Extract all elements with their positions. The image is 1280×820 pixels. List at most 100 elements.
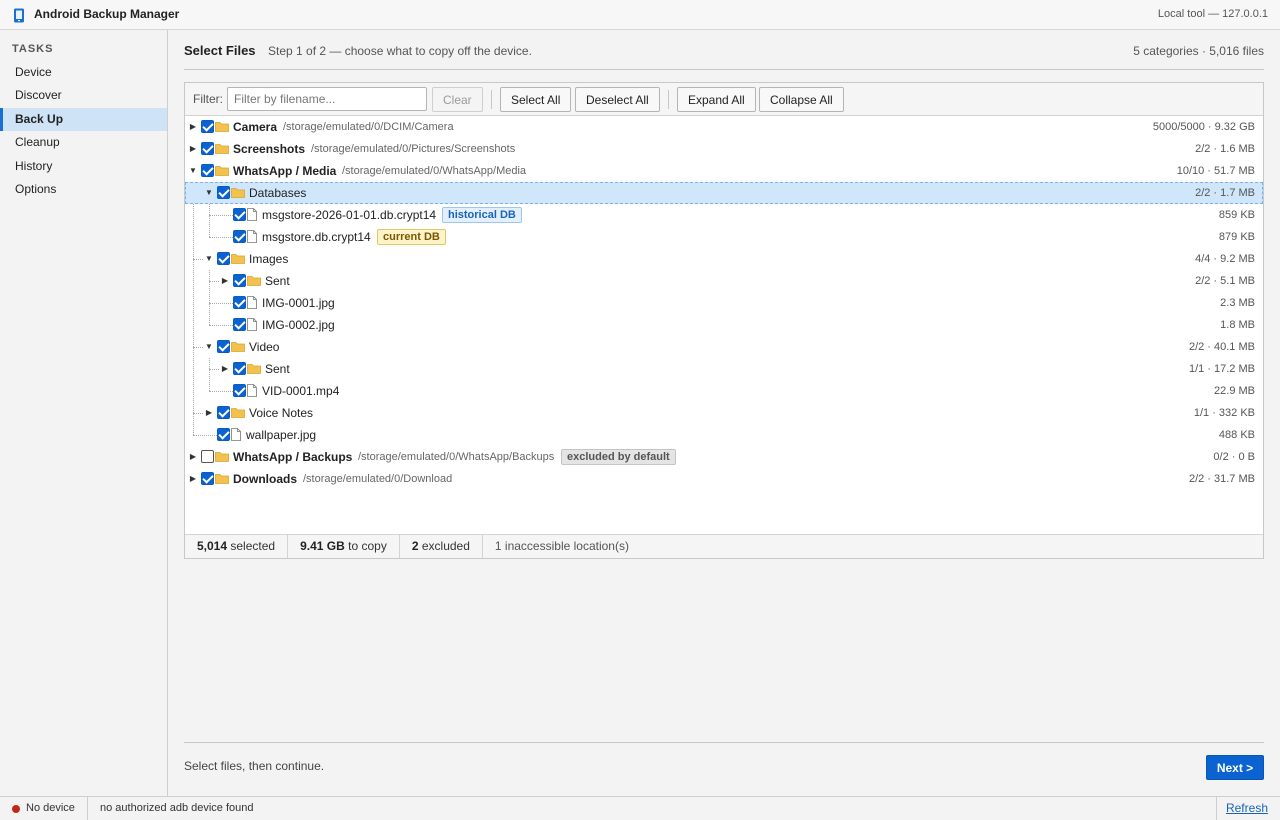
sidebar-item-cleanup[interactable]: Cleanup [0,131,167,154]
sidebar-item-back-up[interactable]: Back Up [0,108,167,131]
row-checkbox[interactable] [217,340,230,353]
row-checkbox[interactable] [233,230,246,243]
sidebar-item-options[interactable]: Options [0,178,167,201]
tree-row-file[interactable]: msgstore.db.crypt14 current DB 879 KB [185,226,1263,248]
device-status: No device [26,802,75,814]
expand-all-button[interactable]: Expand All [677,87,756,112]
tree-row-camera[interactable]: ▶ Camera /storage/emulated/0/DCIM/Camera… [185,116,1263,138]
tree-row-images-sent[interactable]: ▶ Sent 2/2 · 5.1 MB [185,270,1263,292]
collapse-arrow-icon[interactable]: ▼ [204,340,214,354]
collapse-all-button[interactable]: Collapse All [759,87,844,112]
row-path: /storage/emulated/0/Pictures/Screenshots [311,143,516,155]
row-stat: 2/2 · 1.6 MB [1195,143,1255,155]
row-stat: 5000/5000 · 9.32 GB [1152,121,1255,133]
tree-row-file[interactable]: IMG-0001.jpg 2.3 MB [185,292,1263,314]
sidebar-heading: TASKS [12,43,54,55]
row-name: IMG-0002.jpg [262,318,335,332]
selected-count-value: 5,014 [197,539,228,553]
collapse-arrow-icon[interactable]: ▼ [188,164,198,178]
select-all-button[interactable]: Select All [500,87,572,112]
next-button[interactable]: Next > [1206,755,1264,780]
row-stat: 0/2 · 0 B [1213,451,1255,463]
row-checkbox[interactable] [233,362,246,375]
row-checkbox[interactable] [217,186,230,199]
row-checkbox[interactable] [233,208,246,221]
row-checkbox[interactable] [233,318,246,331]
row-checkbox[interactable] [233,384,246,397]
expand-arrow-icon[interactable]: ▶ [188,450,198,464]
row-path: /storage/emulated/0/DCIM/Camera [283,121,454,133]
expand-arrow-icon[interactable]: ▶ [188,120,198,134]
excluded-badge: excluded by default [561,449,676,465]
tree-row-screenshots[interactable]: ▶ Screenshots /storage/emulated/0/Pictur… [185,138,1263,160]
toolbar-divider [668,90,669,109]
tree-row-file[interactable]: wallpaper.jpg 488 KB [185,424,1263,446]
row-checkbox[interactable] [201,164,214,177]
tree-row-file[interactable]: msgstore-2026-01-01.db.crypt14 historica… [185,204,1263,226]
row-checkbox[interactable] [217,252,230,265]
row-checkbox[interactable] [201,142,214,155]
tree-row-file[interactable]: IMG-0002.jpg 1.8 MB [185,314,1263,336]
folder-icon [215,166,229,176]
row-path: /storage/emulated/0/Download [303,473,453,485]
tree-row-video[interactable]: ▼ Video 2/2 · 40.1 MB [185,336,1263,358]
row-name: Downloads [233,472,298,486]
page-title: Select Files [184,43,256,58]
expand-arrow-icon[interactable]: ▶ [204,406,214,420]
excluded-count-label: excluded [421,539,470,553]
row-name: wallpaper.jpg [246,428,317,442]
tree-row-databases[interactable]: ▼ Databases 2/2 · 1.7 MB [185,182,1263,204]
toolbar-divider [491,90,492,109]
sidebar-item-discover[interactable]: Discover [0,84,167,107]
row-name: msgstore-2026-01-01.db.crypt14 [262,208,437,222]
row-checkbox[interactable] [201,450,214,463]
expand-arrow-icon[interactable]: ▶ [188,142,198,156]
row-stat: 2.3 MB [1220,297,1255,309]
status-bar: No device no authorized adb device found… [0,796,1280,820]
phone-icon [14,8,24,23]
row-checkbox[interactable] [233,296,246,309]
folder-icon [231,254,245,264]
expand-arrow-icon[interactable]: ▶ [220,274,230,288]
copy-size-value: 9.41 GB [300,539,345,553]
row-checkbox[interactable] [217,428,230,441]
tree-row-whatsapp-media[interactable]: ▼ WhatsApp / Media /storage/emulated/0/W… [185,160,1263,182]
deselect-all-button[interactable]: Deselect All [575,87,660,112]
refresh-link[interactable]: Refresh [1226,801,1268,815]
copy-size: 9.41 GB to copy [288,535,400,558]
main-content: Select Files Step 1 of 2 — choose what t… [168,30,1280,796]
folder-icon [215,474,229,484]
folder-icon [247,364,261,374]
expand-arrow-icon[interactable]: ▶ [220,362,230,376]
folder-icon [215,452,229,462]
file-icon [247,208,257,221]
tree-row-file[interactable]: VID-0001.mp4 22.9 MB [185,380,1263,402]
row-name: Camera [233,120,278,134]
folder-icon [247,276,261,286]
tree-row-video-sent[interactable]: ▶ Sent 1/1 · 17.2 MB [185,358,1263,380]
row-stat: 4/4 · 9.2 MB [1195,253,1255,265]
selected-count: 5,014 selected [185,535,289,558]
tree-row-downloads[interactable]: ▶ Downloads /storage/emulated/0/Download… [185,468,1263,490]
file-icon [231,428,241,441]
row-checkbox[interactable] [201,120,214,133]
expand-arrow-icon[interactable]: ▶ [188,472,198,486]
clear-filter-button[interactable]: Clear [432,87,483,112]
collapse-arrow-icon[interactable]: ▼ [204,252,214,266]
file-selection-panel: Filter: Clear Select All Deselect All Ex… [184,82,1264,559]
tree-row-images[interactable]: ▼ Images 4/4 · 9.2 MB [185,248,1263,270]
app-title: Android Backup Manager [34,7,180,21]
footer-hint: Select files, then continue. [184,759,325,773]
row-checkbox[interactable] [233,274,246,287]
tree-row-whatsapp-backups[interactable]: ▶ WhatsApp / Backups /storage/emulated/0… [185,446,1263,468]
sidebar-item-history[interactable]: History [0,155,167,178]
tree-row-voice-notes[interactable]: ▶ Voice Notes 1/1 · 332 KB [185,402,1263,424]
row-checkbox[interactable] [217,406,230,419]
collapse-arrow-icon[interactable]: ▼ [204,186,214,200]
header-divider [184,69,1264,70]
filter-input[interactable] [227,87,427,111]
status-message: no authorized adb device found [100,802,254,814]
row-checkbox[interactable] [201,472,214,485]
sidebar-item-device[interactable]: Device [0,61,167,84]
row-stat: 2/2 · 31.7 MB [1188,473,1255,485]
